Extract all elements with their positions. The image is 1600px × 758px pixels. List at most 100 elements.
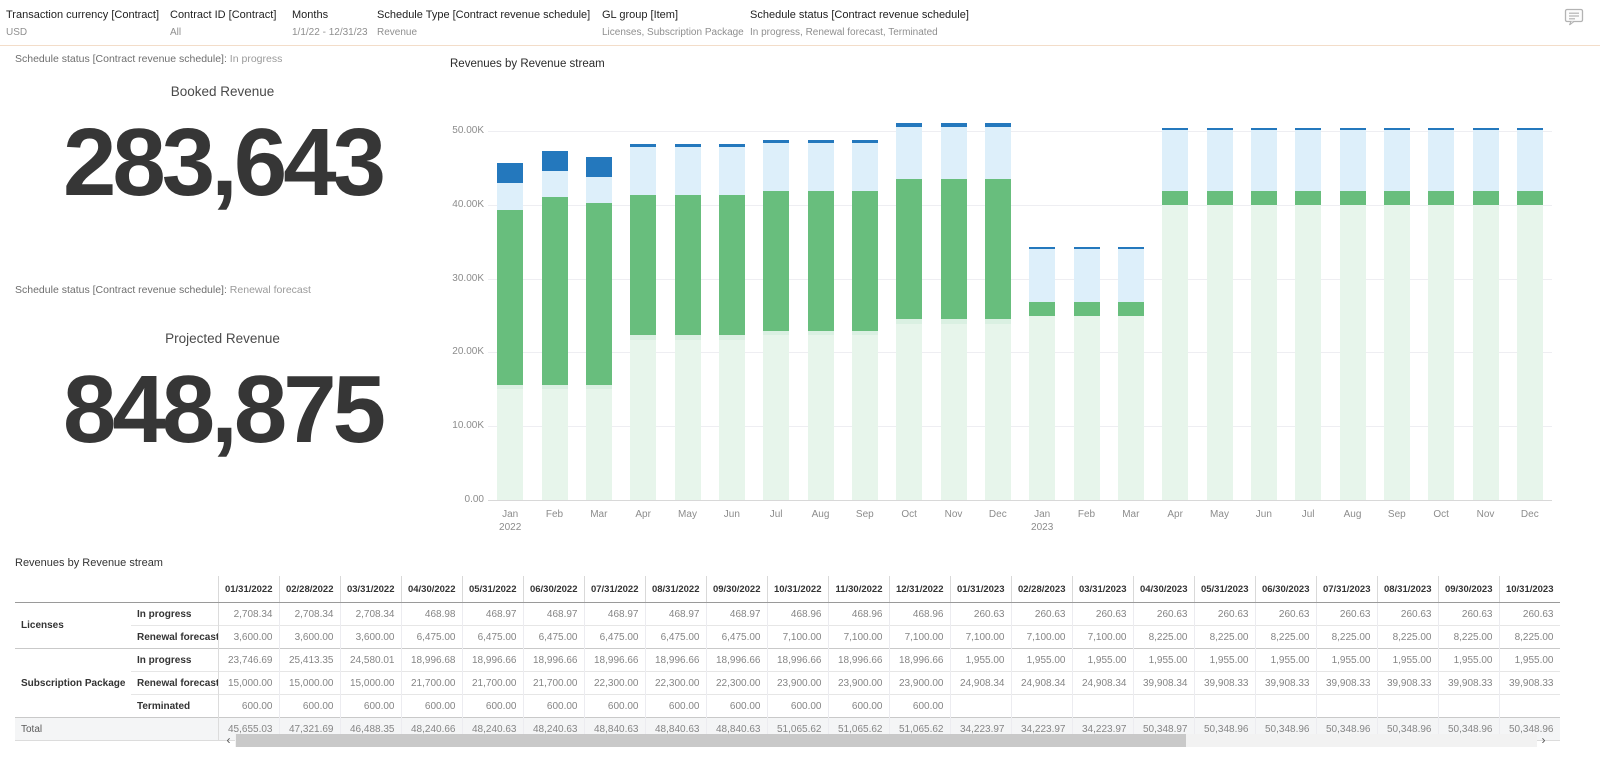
bar-may-4[interactable] <box>674 143 701 500</box>
bar-may-16[interactable] <box>1206 128 1233 500</box>
bar-jan-2023-12[interactable] <box>1029 247 1056 500</box>
scroll-left-icon[interactable]: ‹ <box>222 734 235 747</box>
bar-segment-licenses-renewal-forecast <box>1428 130 1455 192</box>
value-cell: 18,996.66 <box>888 648 950 672</box>
value-cell <box>1193 694 1255 718</box>
bar-segment-subscription-package-renewal-forecast <box>1250 205 1277 500</box>
value-cell <box>1010 694 1072 718</box>
value-cell: 6,475.00 <box>461 625 523 649</box>
filter-months[interactable]: Months 1/1/22 - 12/31/23 <box>292 9 368 39</box>
bar-segment-subscription-package-renewal-forecast <box>1516 205 1543 500</box>
bar-apr-3[interactable] <box>630 143 657 500</box>
bar-aug-7[interactable] <box>807 139 834 500</box>
status-cell-terminated: Terminated <box>131 694 218 718</box>
bar-dec-11[interactable] <box>984 123 1011 500</box>
value-cell: 18,996.66 <box>827 648 889 672</box>
comment-button[interactable] <box>1562 7 1586 29</box>
value-cell: 260.63 <box>1193 602 1255 626</box>
value-cell: 23,746.69 <box>217 648 279 672</box>
bar-aug-19[interactable] <box>1339 128 1366 500</box>
bar-segment-subscription-package-renewal-forecast <box>1472 205 1499 500</box>
x-axis-label: Aug <box>1343 509 1362 520</box>
bar-segment-subscription-package-in-progress <box>1117 301 1144 317</box>
bar-oct-21[interactable] <box>1428 128 1455 500</box>
bar-nov-10[interactable] <box>940 123 967 500</box>
value-cell: 1,955.00 <box>1193 648 1255 672</box>
value-cell: 6,475.00 <box>644 625 706 649</box>
table-row-licenses-in-progress: Licenses In progress 2,708.34 2,708.34 2,708… <box>15 602 1560 649</box>
bar-segment-subscription-package-renewal-forecast <box>1117 316 1144 500</box>
value-cell: 8,225.00 <box>1193 625 1255 649</box>
x-axis-label: Jun <box>723 509 740 520</box>
value-cell: 600.00 <box>217 694 279 718</box>
value-cell <box>1498 694 1560 718</box>
value-cell: 600.00 <box>888 694 950 718</box>
value-cell: 39,908.34 <box>1132 671 1194 695</box>
bar-dec-23[interactable] <box>1516 128 1543 500</box>
hscrollbar-thumb[interactable] <box>236 734 1186 747</box>
value-cell: 7,100.00 <box>1071 625 1133 649</box>
bar-segment-subscription-package-renewal-forecast <box>497 389 524 500</box>
value-cell: 8,225.00 <box>1376 625 1438 649</box>
bar-mar-2[interactable] <box>585 156 612 500</box>
bar-nov-22[interactable] <box>1472 128 1499 500</box>
x-axis-label: Jul <box>769 509 783 520</box>
value-cell: 2,708.34 <box>339 602 401 626</box>
bar-feb-1[interactable] <box>541 150 568 500</box>
bar-segment-licenses-renewal-forecast <box>585 176 612 204</box>
x-axis-label: Apr <box>1167 509 1183 520</box>
column-header-12-31-2022: 12/31/2022 <box>888 576 950 603</box>
bar-segment-licenses-renewal-forecast <box>1073 249 1100 302</box>
value-cell: 260.63 <box>1010 602 1072 626</box>
bar-segment-licenses-renewal-forecast <box>807 143 834 191</box>
filter-transaction-currency-contract[interactable]: Transaction currency [Contract] USD <box>6 9 159 39</box>
bar-jun-5[interactable] <box>718 143 745 500</box>
y-axis-label: 40.00K <box>452 198 484 210</box>
bar-mar-14[interactable] <box>1117 247 1144 500</box>
kpi-booked-value: 283,643 <box>62 109 386 216</box>
kpi-booked-title: Booked Revenue <box>170 84 275 99</box>
filter-gl-group-item[interactable]: GL group [Item] Licenses, Subscription Pa… <box>602 9 744 39</box>
x-axis-label: Aug <box>811 509 830 520</box>
filter-label: Transaction currency [Contract] <box>6 9 160 21</box>
value-cell: 1,955.00 <box>1498 648 1560 672</box>
value-cell <box>1437 694 1499 718</box>
bar-jul-6[interactable] <box>763 139 790 500</box>
filter-contract-id-contract[interactable]: Contract ID [Contract] All <box>170 9 276 39</box>
bar-feb-13[interactable] <box>1073 247 1100 500</box>
x-axis-label: May <box>678 509 697 520</box>
bar-segment-subscription-package-in-progress <box>763 190 790 331</box>
bar-segment-subscription-package-in-progress <box>1383 191 1410 206</box>
value-cell: 3,600.00 <box>339 625 401 649</box>
y-axis-label: 10.00K <box>452 420 484 432</box>
bar-sep-8[interactable] <box>851 139 878 500</box>
value-cell: 21,700.00 <box>522 671 584 695</box>
x-axis-label: Oct <box>1433 509 1449 520</box>
x-axis-label: May <box>1210 509 1229 520</box>
bar-jan-2022-0[interactable] <box>497 163 524 500</box>
bar-segment-subscription-package-in-progress <box>1206 191 1233 206</box>
bar-apr-15[interactable] <box>1162 128 1189 500</box>
table-hscrollbar[interactable]: ‹ › <box>222 734 1550 747</box>
value-cell: 18,996.68 <box>400 648 462 672</box>
bar-segment-subscription-package-in-progress <box>585 203 612 385</box>
hscrollbar-track[interactable] <box>235 734 1537 747</box>
bar-oct-9[interactable] <box>896 123 923 500</box>
bar-jul-18[interactable] <box>1295 128 1322 500</box>
x-axis-label: Jun <box>1255 509 1272 520</box>
bar-segment-subscription-package-in-progress <box>1250 191 1277 206</box>
value-cell: 39,908.33 <box>1437 671 1499 695</box>
bar-jun-17[interactable] <box>1250 128 1277 500</box>
bar-segment-subscription-package-in-progress <box>1339 191 1366 206</box>
value-cell: 1,955.00 <box>1437 648 1499 672</box>
filter-schedule-status-contract-revenue-schedule[interactable]: Schedule status [Contract revenue schedu… <box>750 9 969 39</box>
value-cell: 22,300.00 <box>583 671 645 695</box>
value-cell <box>949 694 1011 718</box>
scroll-right-icon[interactable]: › <box>1537 734 1550 747</box>
value-cell: 18,996.66 <box>644 648 706 672</box>
bar-segment-licenses-renewal-forecast <box>1206 130 1233 192</box>
filter-schedule-type-contract-revenue-schedule[interactable]: Schedule Type [Contract revenue schedule… <box>377 9 590 39</box>
bar-sep-20[interactable] <box>1383 128 1410 500</box>
bar-segment-subscription-package-in-progress <box>630 195 657 336</box>
filter-bar: Transaction currency [Contract] USD Contra… <box>0 0 1600 46</box>
